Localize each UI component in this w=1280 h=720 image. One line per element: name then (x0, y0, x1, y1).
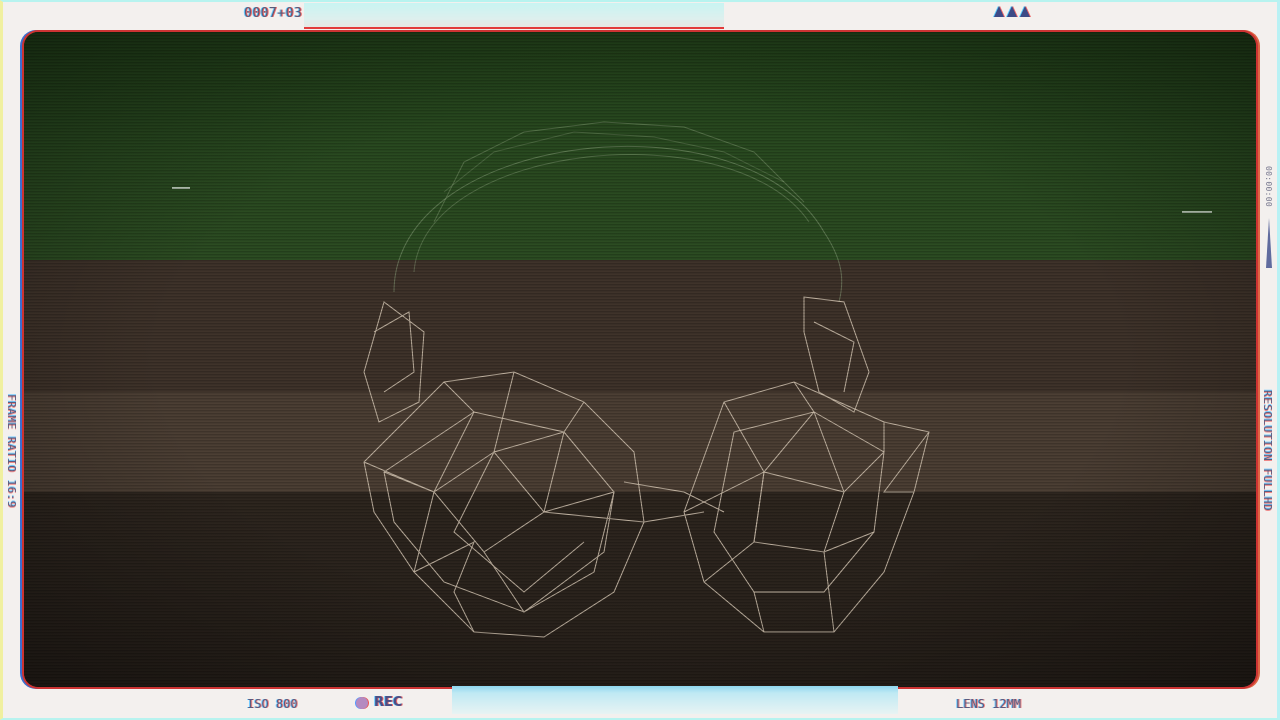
rec-label: REC (374, 695, 403, 710)
battery-triangles-icon (994, 6, 1030, 17)
bottom-glitch-strip (452, 686, 898, 714)
side-timecode: 00:00:00 (1264, 166, 1273, 207)
top-glitch-strip (304, 3, 724, 29)
wireframe-headphones-icon (363, 121, 930, 638)
noise-speck (1182, 211, 1212, 213)
resolution-label: RESOLUTION FULLHD (1261, 390, 1274, 512)
lens-label: LENS 12MM (956, 697, 1022, 711)
iso-label: ISO 800 (247, 697, 298, 711)
noise-speck (172, 187, 190, 189)
frame-ratio-label: FRAME RATIO 16:9 (5, 394, 18, 508)
audio-meter-icon (1266, 218, 1272, 268)
bottom-hud-bar: ISO 800 REC LENS 12MM (0, 686, 1280, 720)
rec-indicator: REC (356, 695, 402, 710)
top-hud-bar: 0007+03 (0, 0, 1280, 30)
viewfinder-screen (24, 32, 1256, 687)
timecode: 0007+03 (244, 6, 303, 21)
record-dot-icon (356, 696, 368, 709)
